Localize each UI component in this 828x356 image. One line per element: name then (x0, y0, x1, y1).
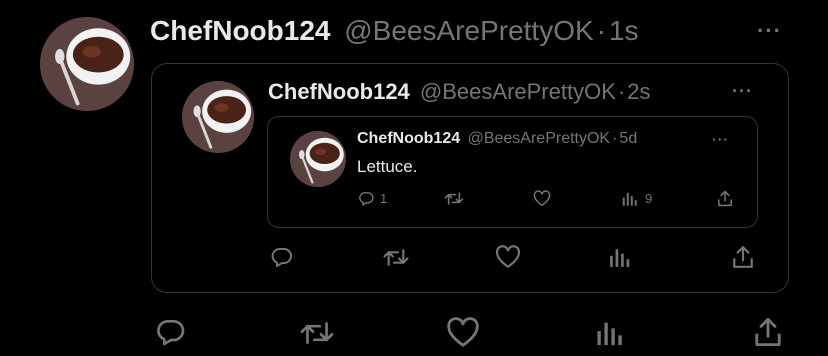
retweet-icon (383, 249, 409, 266)
quote1-reply-button[interactable] (270, 245, 294, 269)
quote2-handle[interactable]: @BeesArePrettyOK (468, 130, 611, 147)
quote2-retweet-button[interactable] (444, 190, 464, 207)
quote1-timestamp[interactable]: 2s (627, 79, 650, 104)
views-icon (622, 192, 637, 206)
views-icon (610, 249, 630, 267)
heart-icon (495, 245, 521, 268)
views-icon (597, 322, 622, 346)
outer-retweet-button[interactable] (299, 318, 335, 348)
heart-icon (533, 190, 551, 206)
quote2-view-count: 9 (645, 191, 653, 206)
quote1-handle[interactable]: @BeesArePrettyOK (420, 79, 616, 104)
bowl-avatar-image (182, 81, 254, 153)
quote2-display-name[interactable]: ChefNoob124 (357, 130, 460, 147)
outer-timestamp[interactable]: 1s (609, 15, 639, 46)
quote1-more-button[interactable]: ··· (732, 81, 753, 102)
quote1-like-button[interactable] (495, 245, 521, 269)
quote1-views-button[interactable] (609, 245, 631, 269)
quote2-timestamp[interactable]: 5d (619, 130, 637, 147)
retweet-icon (300, 322, 334, 344)
outer-reply-button[interactable] (155, 316, 187, 348)
outer-like-button[interactable] (446, 317, 480, 348)
quote2-views-button[interactable] (622, 190, 638, 207)
quote1-separator: · (617, 79, 626, 104)
quote1-retweet-button[interactable] (382, 246, 410, 269)
quote2-tweet-text: Lettuce. (357, 157, 418, 176)
quote2-separator: · (612, 130, 618, 147)
quote1-share-button[interactable] (732, 245, 754, 269)
share-icon (755, 318, 781, 346)
quote2-reply-button[interactable] (358, 190, 375, 207)
outer-handle[interactable]: @BeesArePrettyOK (344, 15, 593, 46)
quote2-like-button[interactable] (533, 190, 551, 207)
outer-avatar[interactable] (40, 17, 134, 111)
reply-icon (271, 248, 292, 267)
quote2-more-button[interactable]: ··· (712, 131, 729, 147)
quote1-avatar[interactable] (182, 81, 254, 153)
outer-share-button[interactable] (754, 316, 782, 348)
share-icon (718, 190, 732, 207)
reply-icon (359, 192, 374, 206)
outer-display-name[interactable]: ChefNoob124 (150, 15, 330, 46)
quote2-reply-count: 1 (380, 191, 388, 206)
outer-more-button[interactable]: ··· (757, 18, 782, 44)
retweet-icon (444, 192, 464, 205)
bowl-avatar-image (40, 17, 134, 111)
quote2-share-button[interactable] (717, 190, 733, 207)
quote2-avatar[interactable] (290, 131, 346, 187)
outer-views-button[interactable] (596, 317, 624, 348)
quote2-header: ChefNoob124 @BeesArePrettyOK · 5d (357, 129, 637, 149)
reply-icon (157, 320, 185, 346)
outer-tweet-header: ChefNoob124 @BeesArePrettyOK · 1s (150, 14, 639, 48)
quote1-display-name[interactable]: ChefNoob124 (268, 79, 410, 104)
outer-separator: · (596, 15, 606, 46)
share-icon (733, 246, 753, 268)
quote1-header: ChefNoob124 @BeesArePrettyOK·2s (268, 78, 650, 106)
heart-icon (447, 317, 479, 347)
bowl-avatar-image (290, 131, 346, 187)
